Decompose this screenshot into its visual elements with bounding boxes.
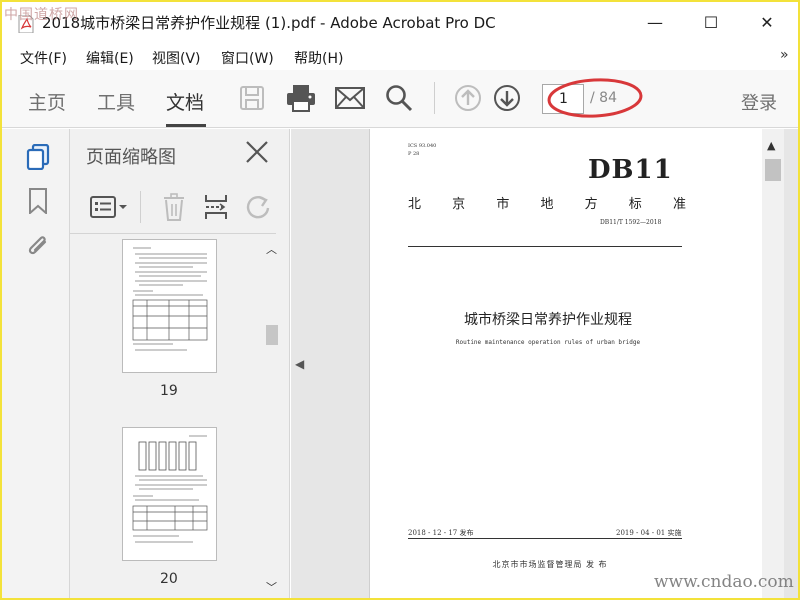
- tab-home[interactable]: 主页: [28, 88, 66, 115]
- doc-standard-char: 京: [452, 197, 466, 212]
- doc-scroll-up-icon[interactable]: ▲: [767, 139, 775, 152]
- doc-standard-char: 市: [496, 197, 510, 212]
- doc-title-en: Routine maintenance operation rules of u…: [455, 339, 641, 346]
- delete-page-icon[interactable]: [158, 191, 190, 223]
- tab-document[interactable]: 文档: [166, 88, 204, 115]
- navigation-rail: [2, 129, 70, 598]
- watermark-bottom: www.cndao.com: [654, 572, 794, 592]
- doc-publish-date: 2018 - 12 - 17 发布: [408, 529, 474, 537]
- doc-ics-code: ICS 93.040: [408, 143, 437, 149]
- document-page: ICS 93.040 P 28 DB11 北 京 市 地 方 标 准 DB11/…: [369, 129, 767, 598]
- close-panel-icon[interactable]: [244, 139, 270, 165]
- scroll-down-icon[interactable]: ﹀: [266, 579, 277, 595]
- doc-standard-char: 方: [584, 197, 598, 212]
- thumbnail-page-19[interactable]: [122, 239, 217, 373]
- menu-edit[interactable]: 编辑(E): [86, 48, 134, 68]
- app-window: 2018城市桥梁日常养护作业规程 (1).pdf - Adobe Acrobat…: [0, 0, 800, 600]
- doc-standard-char: 准: [672, 197, 686, 212]
- thumbnails-panel-title: 页面缩略图: [86, 147, 176, 168]
- thumbnail-label-19: 19: [160, 383, 178, 399]
- doc-standard-char: 地: [540, 197, 554, 212]
- page-thumbnails-icon[interactable]: [24, 143, 52, 171]
- rotate-page-icon[interactable]: [242, 191, 274, 223]
- document-viewer: ◀ ICS 93.040 P 28 DB11 北 京 市 地 方 标 准 DB1…: [291, 129, 798, 598]
- options-menu-icon[interactable]: [88, 191, 130, 223]
- doc-db-code: DB11: [588, 155, 673, 185]
- maximize-button[interactable]: ☐: [688, 2, 734, 42]
- document-scroll-thumb[interactable]: [765, 159, 781, 181]
- search-icon[interactable]: [383, 82, 415, 114]
- doc-standard-char: 北: [408, 197, 422, 212]
- document-scrollbar[interactable]: ▲: [762, 129, 784, 598]
- scroll-up-icon[interactable]: ︿: [266, 241, 277, 257]
- doc-top-rule: [408, 246, 682, 247]
- thumbnails-divider: [70, 233, 276, 234]
- doc-p-code: P 28: [408, 151, 420, 157]
- menu-view[interactable]: 视图(V): [152, 48, 201, 68]
- doc-standard-number: DB11/T 1592—2018: [600, 219, 662, 226]
- doc-title-cn: 城市桥梁日常养护作业规程: [464, 312, 632, 328]
- title-bar: 2018城市桥梁日常养护作业规程 (1).pdf - Adobe Acrobat…: [2, 2, 798, 42]
- tab-tools[interactable]: 工具: [97, 88, 135, 115]
- menu-help[interactable]: 帮助(H): [294, 48, 343, 68]
- attachment-icon[interactable]: [24, 231, 52, 259]
- doc-standard-name: 北 京 市 地 方 标 准: [408, 193, 686, 212]
- login-link[interactable]: 登录: [741, 89, 777, 115]
- next-page-icon[interactable]: [491, 82, 523, 114]
- menu-bar: 文件(F) 编辑(E) 视图(V) 窗口(W) 帮助(H) »: [2, 42, 798, 70]
- collapse-panel-icon[interactable]: ◀: [295, 357, 304, 371]
- doc-bottom-rule: [408, 538, 682, 539]
- toolbar-separator: [434, 82, 435, 114]
- thumbnails-scrollbar[interactable]: ︿ ﹀: [264, 235, 278, 598]
- thumbnails-scroll-thumb[interactable]: [266, 325, 278, 345]
- save-icon[interactable]: [236, 82, 268, 114]
- insert-page-icon[interactable]: [200, 191, 232, 223]
- thumbnail-list: 19 20: [70, 235, 276, 598]
- thumbnails-toolbar: [70, 185, 290, 231]
- menu-window[interactable]: 窗口(W): [221, 48, 274, 68]
- bookmark-icon[interactable]: [24, 187, 52, 215]
- thumbnails-toolbar-separator: [140, 191, 141, 223]
- menu-overflow-button[interactable]: »: [780, 47, 789, 63]
- doc-standard-char: 标: [628, 197, 642, 212]
- main-toolbar: 主页 工具 文档 1 / 84 登录: [2, 70, 798, 128]
- doc-implement-date: 2019 - 04 - 01 实施: [616, 529, 682, 537]
- minimize-button[interactable]: —: [632, 2, 678, 42]
- close-button[interactable]: ✕: [744, 2, 790, 42]
- previous-page-icon[interactable]: [452, 82, 484, 114]
- highlight-annotation: [547, 78, 643, 118]
- print-icon[interactable]: [285, 82, 317, 114]
- doc-issuer: 北京市市场监督管理局 发 布: [492, 560, 608, 569]
- watermark-top: 中国道桥网: [4, 7, 79, 23]
- menu-file[interactable]: 文件(F): [20, 48, 67, 68]
- window-title: 2018城市桥梁日常养护作业规程 (1).pdf - Adobe Acrobat…: [42, 14, 496, 32]
- email-icon[interactable]: [334, 82, 366, 114]
- active-tab-indicator: [166, 124, 206, 127]
- thumbnail-label-20: 20: [160, 571, 178, 587]
- thumbnails-panel: 页面缩略图 19 20 ︿ ﹀: [70, 129, 290, 598]
- thumbnail-page-20[interactable]: [122, 427, 217, 561]
